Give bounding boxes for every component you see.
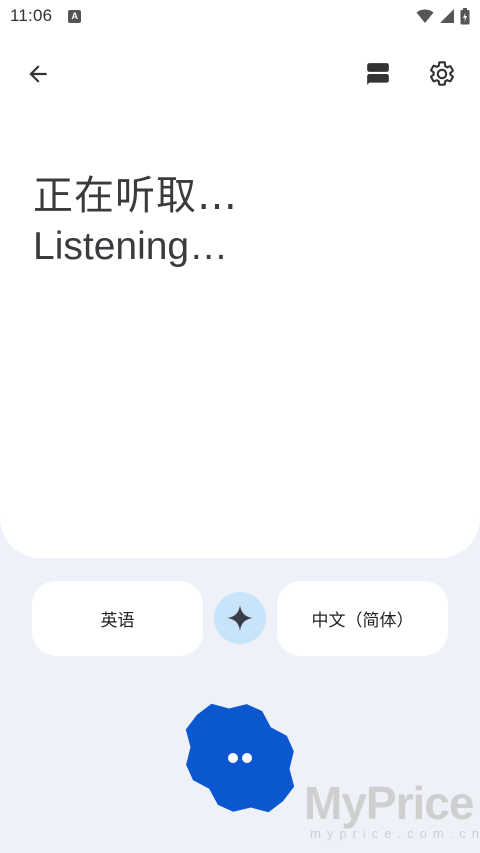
watermark-brand: MyPrice	[304, 777, 474, 829]
target-language-button[interactable]: 中文（简体）	[277, 581, 448, 656]
transcript-area: 正在听取… Listening…	[33, 170, 450, 272]
status-bar: 11:06 A	[0, 0, 480, 32]
mic-button[interactable]	[180, 698, 300, 818]
cell-signal-icon	[440, 9, 454, 23]
listening-dots-icon	[185, 703, 295, 813]
interpreter-screen: 11:06 A 正在听取… Listening… 英语 中文（简体） MyPri…	[0, 0, 480, 853]
split-view-icon	[367, 63, 389, 85]
status-icons	[416, 7, 470, 25]
source-language-button[interactable]: 英语	[32, 581, 203, 656]
status-time: 11:06	[10, 6, 53, 25]
battery-icon	[460, 7, 470, 24]
notification-badge: A	[68, 9, 82, 23]
settings-button[interactable]	[420, 52, 464, 96]
back-button[interactable]	[16, 52, 60, 96]
gear-icon	[430, 61, 454, 86]
app-bar	[0, 52, 480, 100]
arrow-back-icon	[29, 65, 47, 83]
watermark-domain: myprice.com.cn	[310, 826, 480, 841]
language-selector: 英语 中文（简体）	[32, 581, 448, 656]
target-transcript: Listening…	[33, 225, 229, 268]
watermark: MyPrice myprice.com.cn	[304, 778, 480, 842]
swap-languages-button[interactable]	[214, 592, 266, 644]
split-view-button[interactable]	[356, 52, 400, 96]
wifi-icon	[416, 9, 434, 23]
source-transcript: 正在听取…	[33, 173, 238, 219]
sparkle-icon	[227, 605, 253, 631]
